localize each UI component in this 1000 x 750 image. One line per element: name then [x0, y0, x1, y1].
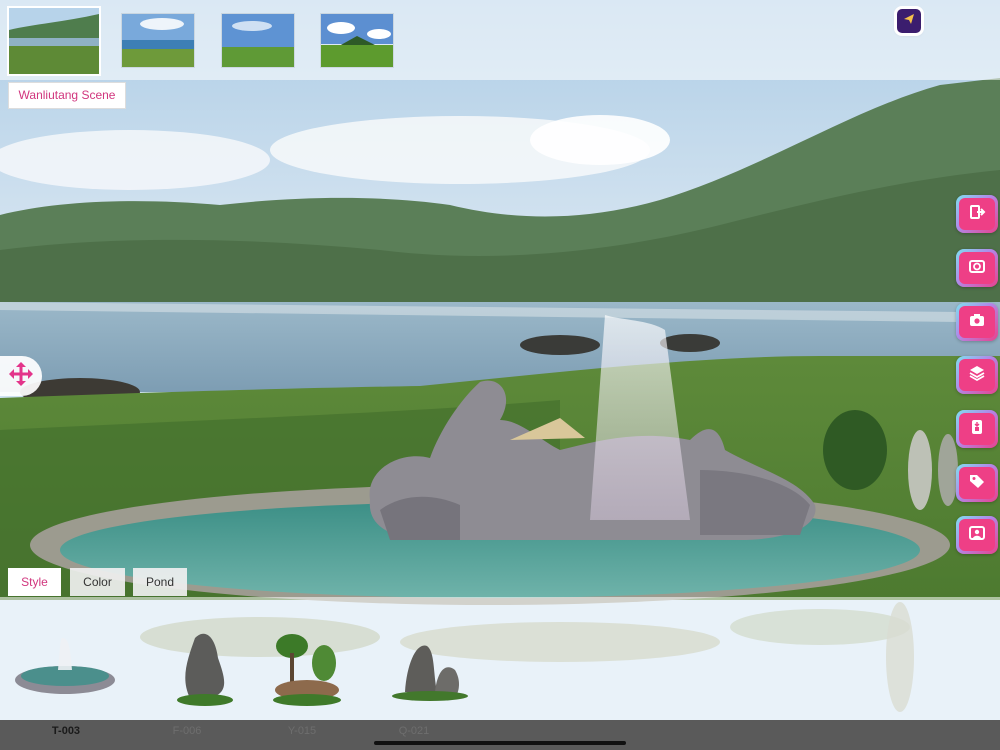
- asset-code-f006[interactable]: F-006: [157, 725, 217, 737]
- paper-plane-icon: [903, 12, 915, 30]
- layers-icon: [968, 364, 986, 387]
- asset-thumb-bonsai-rock[interactable]: [262, 628, 352, 720]
- scene-picker-bar: [0, 0, 1000, 80]
- tag-button[interactable]: [956, 464, 998, 502]
- save-icon: [968, 418, 986, 441]
- profile-icon: [968, 524, 986, 547]
- save-button[interactable]: [956, 410, 998, 448]
- tag-icon: [968, 472, 986, 495]
- asset-thumb-fountain[interactable]: [10, 630, 115, 722]
- photo-zoom-button[interactable]: [956, 249, 998, 287]
- send-button[interactable]: [897, 9, 921, 33]
- move-arrows-icon: [8, 361, 34, 392]
- tab-pond[interactable]: Pond: [133, 568, 187, 596]
- scene-thumb-4[interactable]: [320, 13, 394, 68]
- scene-thumb-2[interactable]: [121, 13, 195, 68]
- exit-button[interactable]: [956, 195, 998, 233]
- asset-tray: [0, 597, 1000, 720]
- photo-zoom-icon: [968, 257, 986, 280]
- asset-code-q021[interactable]: Q-021: [384, 725, 444, 737]
- scene-thumb-3[interactable]: [221, 13, 295, 68]
- camera-icon: [968, 311, 986, 334]
- scene-name-label[interactable]: Wanliutang Scene: [8, 82, 126, 109]
- profile-button[interactable]: [956, 516, 998, 554]
- move-handle[interactable]: [0, 356, 42, 396]
- asset-code-t003[interactable]: T-003: [36, 725, 96, 737]
- home-indicator[interactable]: [374, 741, 626, 745]
- exit-icon: [968, 203, 986, 226]
- tab-style[interactable]: Style: [8, 568, 61, 596]
- asset-code-y015[interactable]: Y-015: [272, 725, 332, 737]
- scene-thumb-1[interactable]: [7, 6, 101, 76]
- asset-code-strip: T-003 F-006 Y-015 Q-021: [0, 720, 1000, 750]
- asset-thumb-rock-tall[interactable]: [170, 628, 260, 720]
- tab-color[interactable]: Color: [70, 568, 125, 596]
- camera-button[interactable]: [956, 303, 998, 341]
- layers-button[interactable]: [956, 356, 998, 394]
- asset-thumb-rock-group[interactable]: [385, 632, 475, 724]
